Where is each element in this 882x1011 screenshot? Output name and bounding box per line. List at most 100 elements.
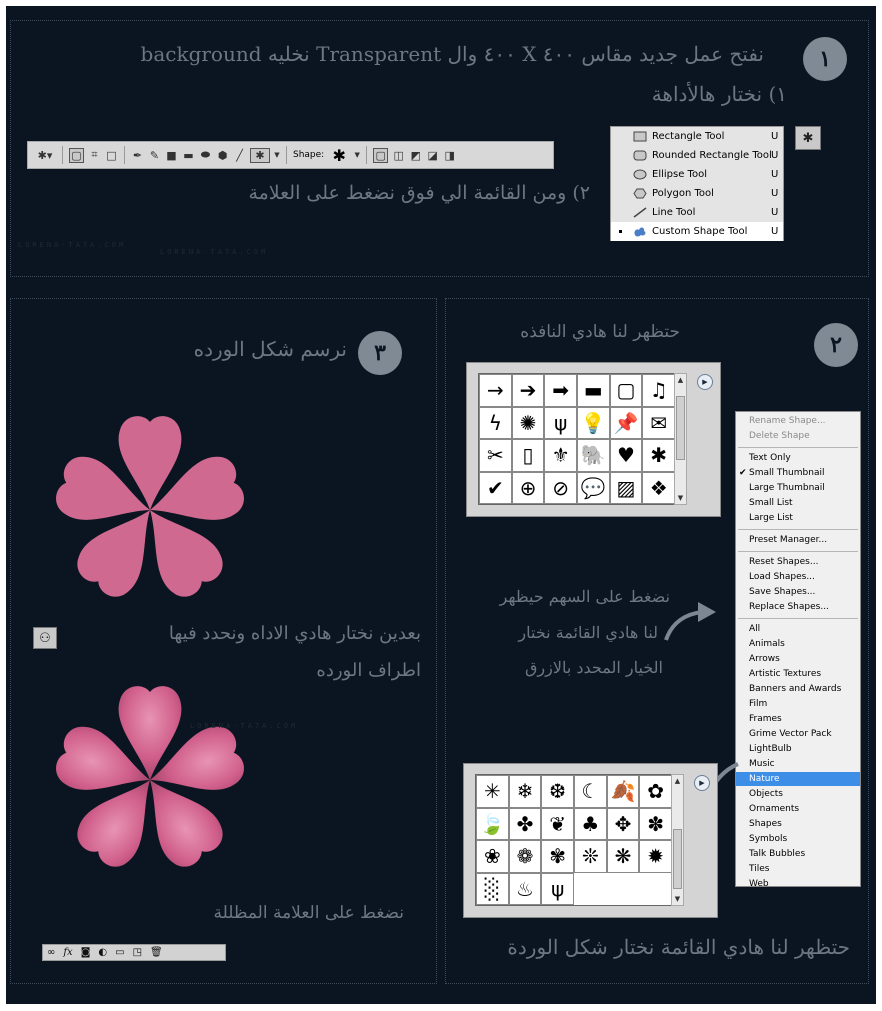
tool-preset-icon[interactable]: ✱▾ xyxy=(34,149,56,162)
shape-thumbnail[interactable]: ⊕ xyxy=(511,471,545,504)
shape-thumbnail[interactable]: ✥ xyxy=(606,807,640,840)
trash-icon[interactable]: 🗑 xyxy=(150,947,163,958)
preset-menu-item[interactable]: Objects xyxy=(736,787,860,801)
preset-menu-item[interactable]: Load Shapes... xyxy=(736,570,860,584)
subtract-area-icon[interactable]: ◩ xyxy=(409,149,422,162)
shape-thumbnail[interactable]: 🐘 xyxy=(577,439,610,472)
shape-thumbnail[interactable]: 🍂 xyxy=(606,775,640,808)
shape-thumbnail[interactable]: ⊘ xyxy=(544,471,577,504)
shape-thumbnail[interactable]: 💡 xyxy=(577,406,610,439)
preset-menu-item[interactable]: All xyxy=(736,622,860,636)
fill-pixels-icon[interactable]: □ xyxy=(105,149,118,162)
new-shape-area-icon[interactable]: ▢ xyxy=(373,147,389,163)
paths-icon[interactable]: ⌗ xyxy=(88,148,101,162)
preset-menu-item[interactable]: Arrows xyxy=(736,652,860,666)
preset-menu-item[interactable]: Music xyxy=(736,757,860,771)
shape-thumbnail[interactable]: → xyxy=(479,374,512,407)
exclude-area-icon[interactable]: ◨ xyxy=(443,149,456,162)
shape-thumbnail[interactable]: ❊ xyxy=(574,840,607,873)
rounded-rectangle-icon[interactable]: ▬ xyxy=(182,149,195,162)
shape-thumbnail[interactable]: ❖ xyxy=(642,471,675,504)
shape-thumbnail[interactable]: ✳ xyxy=(476,775,509,808)
shape-thumbnail[interactable]: ▢ xyxy=(609,374,643,407)
pen-icon[interactable]: ✒ xyxy=(131,149,144,162)
flyout-item[interactable]: Polygon Tool U xyxy=(611,184,783,203)
shape-layers-icon[interactable]: ▢ xyxy=(69,147,84,163)
shape-thumbnail[interactable]: ❦ xyxy=(541,807,574,840)
freeform-pen-icon[interactable]: ✎ xyxy=(148,149,161,162)
preset-menu-item[interactable]: Ornaments xyxy=(736,802,860,816)
shape-thumbnail[interactable]: ❁ xyxy=(508,840,542,873)
adjustment-icon[interactable]: ◐ xyxy=(98,947,107,958)
picker-menu-arrow-button[interactable]: ▶ xyxy=(697,374,713,390)
shape-thumbnail[interactable]: ⚜ xyxy=(544,439,577,472)
preset-menu-item[interactable]: Frames xyxy=(736,712,860,726)
chevron-down-icon[interactable]: ▼ xyxy=(274,149,280,162)
custom-shape-icon[interactable]: ✱ xyxy=(250,147,270,163)
shape-thumbnail[interactable]: ✺ xyxy=(511,406,545,439)
preset-menu-item[interactable]: Grime Vector Pack xyxy=(736,727,860,741)
shape-thumbnail[interactable]: ♫ xyxy=(642,374,675,407)
shape-thumbnail[interactable]: ❆ xyxy=(541,775,574,808)
intersect-area-icon[interactable]: ◪ xyxy=(426,149,439,162)
preset-menu-item[interactable]: ✔ Small Thumbnail xyxy=(736,466,860,480)
shape-thumbnail[interactable]: ❋ xyxy=(606,840,640,873)
preset-menu-item[interactable]: Text Only xyxy=(736,451,860,465)
shape-thumbnail[interactable]: ▨ xyxy=(609,471,643,504)
shape-thumbnail[interactable]: 💬 xyxy=(577,471,610,504)
shape-thumbnail[interactable]: ▯ xyxy=(511,439,545,472)
preset-menu-item[interactable]: Tiles xyxy=(736,862,860,876)
mask-icon[interactable]: ◙ xyxy=(81,947,91,958)
preset-menu-item[interactable]: Shapes xyxy=(736,817,860,831)
shape-thumbnail[interactable]: ❄ xyxy=(508,775,542,808)
preset-menu-item[interactable]: LightBulb xyxy=(736,742,860,756)
polygon-icon[interactable]: ⬢ xyxy=(216,149,229,162)
flyout-item[interactable]: Custom Shape Tool U xyxy=(611,222,783,241)
preset-menu-item[interactable]: Animals xyxy=(736,637,860,651)
shape-thumbnail[interactable]: ✉ xyxy=(642,406,675,439)
preset-menu-item[interactable]: Web xyxy=(736,877,860,891)
flyout-item[interactable]: Ellipse Tool U xyxy=(611,165,783,184)
shape-thumbnail[interactable]: ➡ xyxy=(544,374,577,407)
flyout-item[interactable]: Rounded Rectangle Tool U xyxy=(611,146,783,165)
shape-thumbnail[interactable]: ▬ xyxy=(577,374,610,407)
shape-thumbnail[interactable]: ✤ xyxy=(508,807,542,840)
direct-selection-tool-button[interactable]: ⚇ xyxy=(33,627,57,649)
shape-thumbnail[interactable]: 🍃 xyxy=(476,807,509,840)
preset-menu-item[interactable]: Small List xyxy=(736,496,860,510)
preset-menu-item[interactable]: Save Shapes... xyxy=(736,585,860,599)
shape-swatch-button[interactable]: ✱ xyxy=(328,146,350,165)
preset-menu-item[interactable]: Large List xyxy=(736,511,860,525)
shape-thumbnail[interactable]: ☾ xyxy=(574,775,607,808)
shape-thumbnail[interactable]: ♥ xyxy=(609,439,643,472)
shape-thumbnail[interactable]: ✹ xyxy=(639,840,672,873)
picker-menu-arrow-button[interactable]: ▶ xyxy=(694,775,710,791)
preset-menu-item[interactable]: Replace Shapes... xyxy=(736,600,860,614)
shape-thumbnail[interactable]: ✔ xyxy=(479,471,512,504)
flyout-item[interactable]: Line Tool U xyxy=(611,203,783,222)
add-area-icon[interactable]: ◫ xyxy=(392,149,405,162)
preset-menu-item[interactable]: Banners and Awards xyxy=(736,682,860,696)
rectangle-icon[interactable]: ■ xyxy=(165,149,178,162)
shape-thumbnail[interactable]: ➔ xyxy=(511,374,545,407)
preset-menu-item[interactable]: Film xyxy=(736,697,860,711)
preset-menu-item[interactable]: Reset Shapes... xyxy=(736,555,860,569)
preset-menu-item[interactable]: Large Thumbnail xyxy=(736,481,860,495)
preset-menu-item[interactable]: Artistic Textures xyxy=(736,667,860,681)
ellipse-icon[interactable]: ⬬ xyxy=(199,148,212,162)
shape-thumbnail[interactable]: ψ xyxy=(544,406,577,439)
preset-menu-item[interactable]: Preset Manager... xyxy=(736,533,860,547)
shape-thumbnail[interactable]: ✂ xyxy=(479,439,512,472)
shape-thumbnail[interactable]: 📌 xyxy=(609,406,643,439)
chevron-down-icon[interactable]: ▼ xyxy=(354,149,360,162)
shape-thumbnail[interactable]: ♣ xyxy=(574,807,607,840)
scrollbar[interactable]: ▲ ▼ xyxy=(674,373,687,505)
custom-shape-tool-button[interactable]: ✱ xyxy=(795,126,821,150)
fx-icon[interactable]: fx xyxy=(63,947,72,958)
line-icon[interactable]: ╱ xyxy=(233,149,246,162)
shape-thumbnail[interactable]: ♨ xyxy=(508,872,542,905)
preset-menu-item[interactable]: Talk Bubbles xyxy=(736,847,860,861)
shape-thumbnail[interactable]: ✿ xyxy=(639,775,672,808)
folder-icon[interactable]: ▭ xyxy=(115,947,124,958)
preset-menu-item[interactable]: Symbols xyxy=(736,832,860,846)
